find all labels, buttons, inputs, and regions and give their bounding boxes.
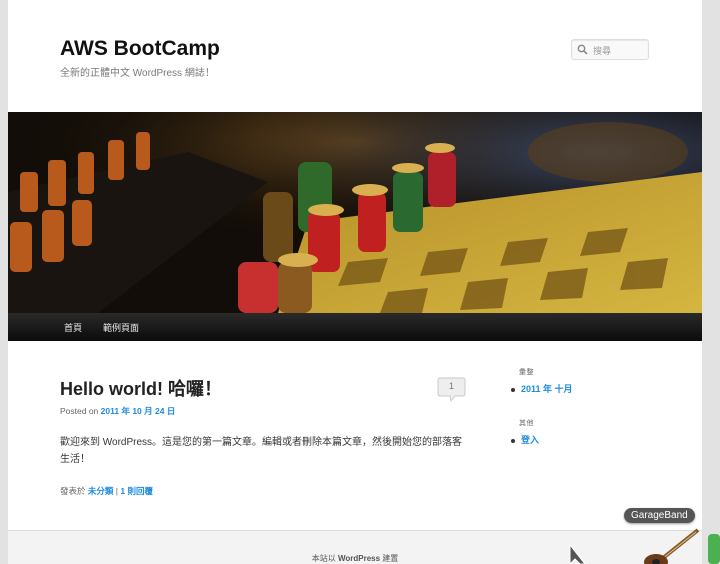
category-link[interactable]: 未分類 xyxy=(88,486,114,496)
post-content: 歡迎來到 WordPress。這是您的第一篇文章。編輯或者刪除本篇文章，然後開始… xyxy=(60,437,463,465)
search-icon xyxy=(577,44,588,55)
guitar-icon[interactable] xyxy=(638,526,702,564)
main-navigation: 首頁 範例頁面 xyxy=(8,313,702,341)
meta-widget-title: 其他 xyxy=(519,420,534,427)
footer-credit: 本站以 WordPress 建置 xyxy=(8,553,702,564)
reply-link[interactable]: 1 則回覆 xyxy=(120,486,153,496)
footer-credit-prefix: 本站以 xyxy=(311,554,336,563)
pointer-cursor-icon xyxy=(569,545,586,564)
comment-count: 1 xyxy=(448,381,454,391)
search-placeholder: 搜尋 xyxy=(593,46,612,56)
post-date-link[interactable]: 2011 年 10 月 24 日 xyxy=(101,406,176,416)
bullet-icon xyxy=(511,387,515,392)
site-title[interactable]: AWS BootCamp xyxy=(60,37,220,61)
search-input[interactable]: 搜尋 xyxy=(571,39,649,60)
archives-widget-title: 彙整 xyxy=(519,369,534,376)
site-description: 全新的正體中文 WordPress 網誌！ xyxy=(60,68,215,79)
bullet-icon xyxy=(511,438,515,443)
meta-separator: | xyxy=(115,486,118,496)
page-container: AWS BootCamp 全新的正體中文 WordPress 網誌！ 搜尋 首頁… xyxy=(8,0,702,564)
login-link[interactable]: 登入 xyxy=(521,435,539,445)
posted-on-label: Posted on xyxy=(60,406,99,416)
post-title[interactable]: Hello world! 哈囉！ xyxy=(60,375,222,401)
meta-item: 登入 xyxy=(511,433,539,446)
nav-item-home[interactable]: 首頁 xyxy=(64,321,82,334)
footer-credit-suffix: 建置 xyxy=(382,554,399,563)
site-footer: 本站以 WordPress 建置 xyxy=(8,530,702,564)
footer-credit-link[interactable]: WordPress xyxy=(338,554,380,563)
archive-item: 2011 年 十月 xyxy=(511,382,573,395)
dock-tooltip: GarageBand xyxy=(624,508,695,523)
comment-count-bubble[interactable]: 1 xyxy=(437,377,466,402)
nav-item-sample-page[interactable]: 範例頁面 xyxy=(103,321,139,334)
header-image xyxy=(8,112,702,313)
post-meta: Posted on 2011 年 10 月 24 日 xyxy=(60,405,175,417)
post-footer-meta: 發表於 未分類 | 1 則回覆 xyxy=(60,485,153,497)
dock-edge xyxy=(708,534,720,564)
posted-in-label: 發表於 xyxy=(60,486,86,496)
archive-link[interactable]: 2011 年 十月 xyxy=(521,384,573,394)
app-icon[interactable] xyxy=(708,534,720,564)
